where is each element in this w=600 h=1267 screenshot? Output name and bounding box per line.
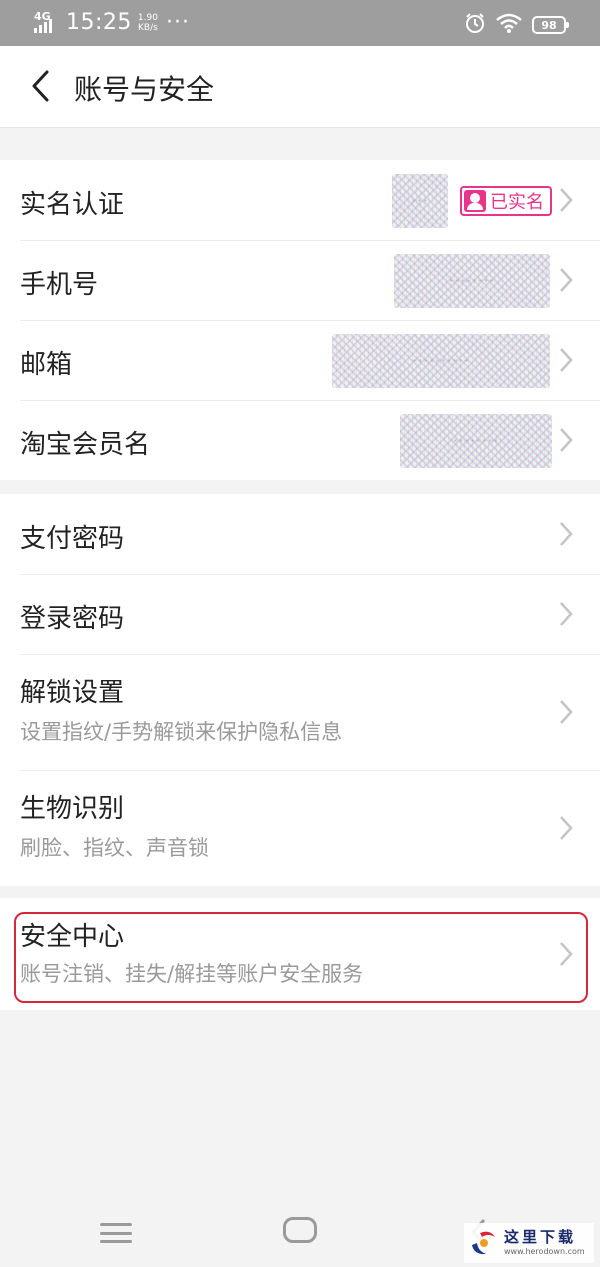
unlock-settings-desc: 设置指纹/手势解锁来保护隐私信息 bbox=[20, 720, 343, 744]
login-password-row[interactable]: 登录密码 bbox=[0, 574, 600, 654]
identity-group: 实名认证 ··· 已实名 手机号 ········ 邮箱 ·········· … bbox=[0, 160, 600, 480]
email-row[interactable]: 邮箱 ·········· bbox=[0, 320, 600, 400]
unlock-settings-row[interactable]: 解锁设置 设置指纹/手势解锁来保护隐私信息 bbox=[0, 654, 600, 770]
email-value-masked: ·········· bbox=[332, 334, 550, 388]
chevron-right-icon bbox=[560, 428, 573, 452]
phone-label: 手机号 bbox=[20, 270, 99, 300]
realname-value-masked: ··· bbox=[392, 174, 448, 228]
taobao-row[interactable]: 淘宝会员名 ········ bbox=[0, 400, 600, 480]
phone-row[interactable]: 手机号 ········ bbox=[0, 240, 600, 320]
title-bar: 账号与安全 bbox=[0, 46, 600, 128]
person-icon bbox=[464, 190, 486, 212]
verified-badge: 已实名 bbox=[460, 186, 552, 216]
phone-value-masked: ········ bbox=[394, 254, 550, 308]
more-notifications-icon: ··· bbox=[165, 9, 190, 35]
unlock-settings-label: 解锁设置 bbox=[20, 678, 125, 708]
security-center-desc: 账号注销、挂失/解挂等账户安全服务 bbox=[20, 962, 364, 986]
chevron-right-icon bbox=[560, 522, 573, 546]
email-label: 邮箱 bbox=[20, 350, 73, 380]
chevron-right-icon bbox=[560, 942, 573, 966]
taobao-value-masked: ········ bbox=[400, 414, 552, 468]
watermark-logo-icon bbox=[472, 1231, 495, 1255]
chevron-left-icon bbox=[32, 70, 49, 102]
realname-label: 实名认证 bbox=[20, 190, 125, 220]
status-bar: 4G 15:25 1.90 KB/s ··· 98 bbox=[0, 0, 600, 46]
chevron-right-icon bbox=[560, 816, 573, 840]
home-icon[interactable] bbox=[283, 1217, 317, 1243]
chevron-right-icon bbox=[560, 348, 573, 372]
wifi-icon bbox=[496, 13, 522, 37]
pay-password-row[interactable]: 支付密码 bbox=[0, 494, 600, 574]
security-center-label: 安全中心 bbox=[20, 922, 125, 952]
menu-icon[interactable] bbox=[100, 1221, 132, 1245]
alarm-icon bbox=[464, 12, 486, 38]
security-center-row[interactable]: 安全中心 账号注销、挂失/解挂等账户安全服务 bbox=[0, 898, 600, 1010]
network-speed: 1.90 KB/s bbox=[137, 12, 158, 33]
biometric-label: 生物识别 bbox=[20, 794, 125, 824]
pay-password-label: 支付密码 bbox=[20, 524, 125, 554]
watermark: 这里下载 www.herodown.com bbox=[464, 1223, 594, 1263]
security-group: 支付密码 登录密码 解锁设置 设置指纹/手势解锁来保护隐私信息 生物识别 刷脸、… bbox=[0, 494, 600, 886]
chevron-right-icon bbox=[560, 268, 573, 292]
taobao-label: 淘宝会员名 bbox=[20, 430, 151, 460]
status-time: 15:25 bbox=[66, 10, 132, 35]
chevron-right-icon bbox=[560, 700, 573, 724]
realname-row[interactable]: 实名认证 ··· 已实名 bbox=[0, 160, 600, 240]
chevron-right-icon bbox=[560, 602, 573, 626]
biometric-row[interactable]: 生物识别 刷脸、指纹、声音锁 bbox=[0, 770, 600, 886]
page-title: 账号与安全 bbox=[74, 73, 215, 106]
biometric-desc: 刷脸、指纹、声音锁 bbox=[20, 836, 209, 860]
battery-icon: 98 bbox=[532, 16, 569, 34]
security-center-group: 安全中心 账号注销、挂失/解挂等账户安全服务 bbox=[0, 898, 600, 1010]
signal-icon: 4G bbox=[34, 10, 58, 35]
back-button[interactable] bbox=[20, 66, 60, 106]
chevron-right-icon bbox=[560, 188, 573, 212]
login-password-label: 登录密码 bbox=[20, 604, 125, 634]
